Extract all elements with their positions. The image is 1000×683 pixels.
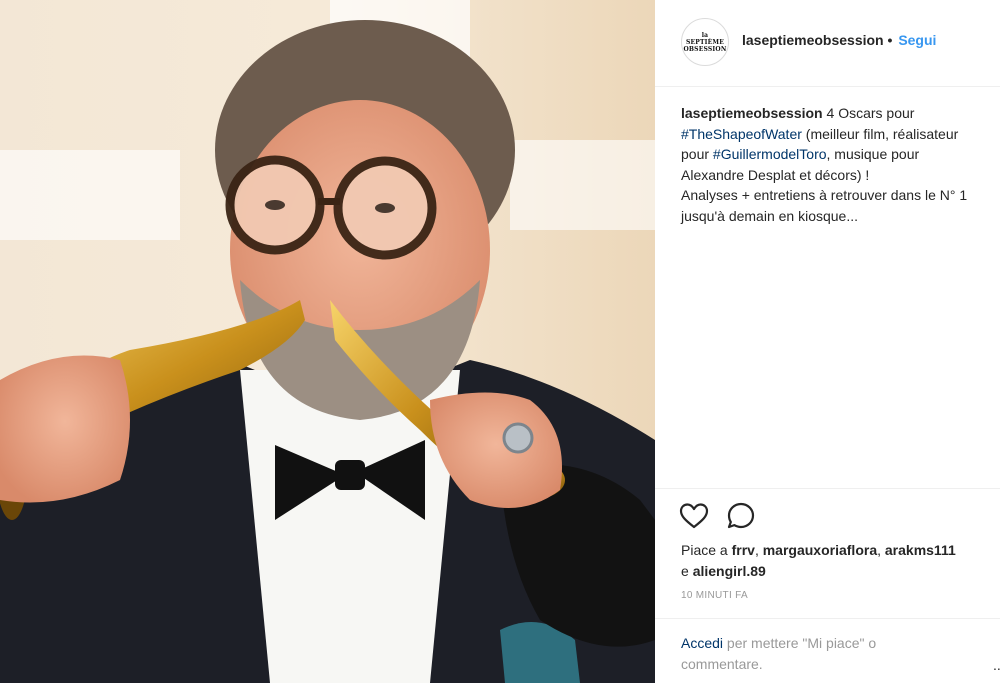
login-prompt: Accedi per mettere "Mi piace" o commenta…: [655, 618, 1000, 673]
like-user-3[interactable]: arakms111: [885, 542, 956, 558]
caption-text-3: pour: [681, 146, 713, 162]
more-options-icon[interactable]: ...: [993, 657, 1000, 673]
post-caption: laseptiemeobsession 4 Oscars pour #TheSh…: [681, 103, 1000, 226]
follow-button[interactable]: Segui: [898, 32, 936, 48]
hashtag-guillermodeltoro[interactable]: #GuillermodelToro: [713, 146, 827, 162]
likes-sep-1: ,: [754, 542, 763, 558]
caption-text-2: (meilleur film, réalisateur: [801, 125, 959, 142]
login-link[interactable]: Accedi: [681, 635, 723, 651]
likes-text: Piace a frrv, margauxoriaflora, arakms11…: [681, 540, 1000, 582]
avatar-logo-text: la SEPTIÈME OBSESSION: [683, 32, 727, 53]
post-photo[interactable]: [0, 0, 655, 683]
like-user-1[interactable]: frrv: [732, 542, 755, 558]
photo-illustration: [0, 0, 655, 683]
caption-username[interactable]: laseptiemeobsession: [681, 105, 823, 121]
caption-text-6: Analyses + entretiens à retrouver dans l…: [681, 187, 968, 203]
comment-icon[interactable]: [726, 501, 756, 531]
hashtag-theshapeofwater[interactable]: #TheShapeofWater: [681, 126, 802, 142]
like-user-2[interactable]: margauxoriaflora: [763, 542, 877, 558]
login-text-2: commentare.: [681, 656, 763, 672]
likes-prefix: Piace a: [681, 542, 732, 558]
login-text-1: per mettere "Mi piace" o: [723, 635, 877, 651]
likes-sep-2: ,: [877, 542, 885, 558]
caption-text-5: Alexandre Desplat et décors) !: [681, 166, 870, 183]
header-username-row: laseptiemeobsession • Segui: [742, 32, 936, 48]
heart-icon[interactable]: [679, 501, 709, 531]
post-sidebar: la SEPTIÈME OBSESSION laseptiemeobsessio…: [655, 0, 1000, 683]
avatar[interactable]: la SEPTIÈME OBSESSION: [681, 18, 729, 66]
likes-and: e: [681, 563, 693, 579]
post-header: la SEPTIÈME OBSESSION laseptiemeobsessio…: [655, 0, 1000, 87]
header-separator: •: [887, 32, 893, 48]
login-text: Accedi per mettere "Mi piace" o commenta…: [681, 633, 981, 675]
caption-text-4: , musique pour: [826, 146, 920, 162]
caption-text-1: 4 Oscars pour: [822, 105, 915, 121]
header-username[interactable]: laseptiemeobsession: [742, 32, 884, 48]
caption-text-7: jusqu'à demain en kiosque...: [681, 207, 859, 224]
like-user-last[interactable]: aliengirl.89: [693, 563, 766, 579]
post-timestamp[interactable]: 10 MINUTI FA: [681, 590, 748, 601]
